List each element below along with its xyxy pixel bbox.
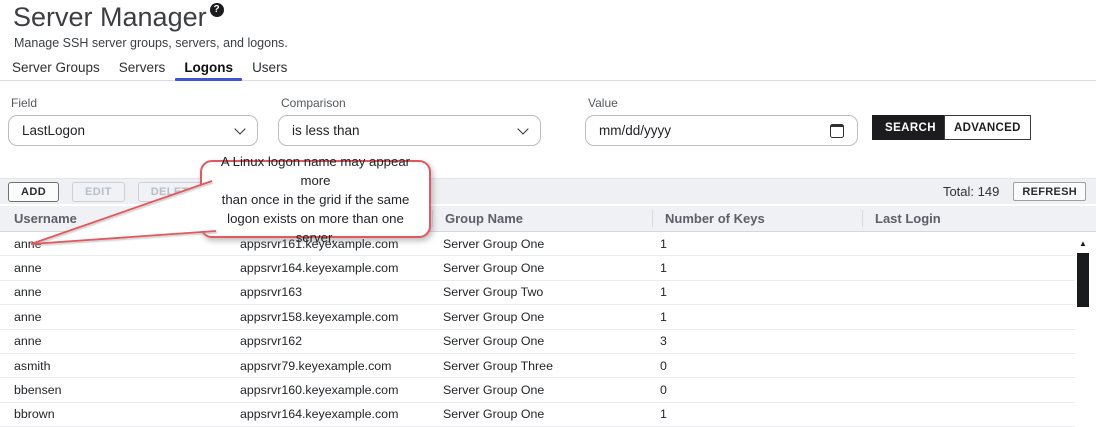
tab-users[interactable]: Users (252, 56, 287, 80)
field-filter: Field LastLogon (8, 96, 258, 146)
cell-number-of-keys: 1 (652, 285, 862, 299)
cell-server: appsrvr164.keyexample.com (230, 407, 432, 421)
page-title-text: Server Manager (13, 2, 207, 32)
cell-group-name: Server Group Three (432, 359, 652, 373)
cell-username: anne (0, 237, 230, 251)
advanced-button[interactable]: ADVANCED (944, 115, 1031, 140)
table-row[interactable]: bbensen appsrvr160.keyexample.com Server… (0, 378, 1075, 402)
page-title: Server Manager? (13, 2, 224, 33)
cell-group-name: Server Group One (432, 383, 652, 397)
cell-username: anne (0, 334, 230, 348)
tab-server-groups[interactable]: Server Groups (12, 56, 100, 80)
table-row[interactable]: anne appsrvr158.keyexample.com Server Gr… (0, 305, 1075, 329)
tab-logons[interactable]: Logons (184, 56, 233, 80)
cell-server: appsrvr163 (230, 285, 432, 299)
delete-button[interactable]: DELETE (138, 182, 210, 202)
value-filter: Value mm/dd/yyyy (585, 96, 858, 146)
cell-server: appsrvr162 (230, 334, 432, 348)
table-row[interactable]: anne appsrvr164.keyexample.com Server Gr… (0, 256, 1075, 280)
calendar-icon[interactable] (830, 124, 844, 138)
cell-server: appsrvr79.keyexample.com (230, 359, 432, 373)
table-body: anne appsrvr161.keyexample.com Server Gr… (0, 232, 1075, 427)
edit-button[interactable]: EDIT (72, 182, 125, 202)
cell-number-of-keys: 1 (652, 261, 862, 275)
page-subtitle: Manage SSH server groups, servers, and l… (14, 36, 288, 50)
cell-number-of-keys: 0 (652, 383, 862, 397)
cell-group-name: Server Group Two (432, 285, 652, 299)
toolbar-right: Total: 149 REFRESH (943, 182, 1088, 201)
field-select[interactable]: LastLogon (8, 115, 258, 146)
cell-number-of-keys: 3 (652, 334, 862, 348)
server-manager-page: Server Manager? Manage SSH server groups… (0, 0, 1096, 427)
refresh-button[interactable]: REFRESH (1013, 182, 1086, 201)
cell-number-of-keys: 1 (652, 310, 862, 324)
table-row[interactable]: anne appsrvr163 Server Group Two 1 (0, 281, 1075, 305)
cell-username: asmith (0, 359, 230, 373)
table-row[interactable]: asmith appsrvr79.keyexample.com Server G… (0, 354, 1075, 378)
cell-group-name: Server Group One (432, 310, 652, 324)
tab-bar: Server Groups Servers Logons Users (0, 56, 1096, 81)
column-header-number-of-keys[interactable]: Number of Keys (652, 210, 862, 227)
cell-group-name: Server Group One (432, 237, 652, 251)
callout-note: A Linux logon name may appear more than … (200, 160, 431, 238)
table-header: Username Group Name Number of Keys Last … (0, 206, 1096, 232)
scrollbar-thumb[interactable] (1077, 253, 1089, 307)
cell-username: anne (0, 310, 230, 324)
cell-username: bbensen (0, 383, 230, 397)
cell-server: appsrvr158.keyexample.com (230, 310, 432, 324)
cell-username: anne (0, 285, 230, 299)
comparison-select[interactable]: is less than (278, 115, 541, 146)
date-placeholder: mm/dd/yyyy (599, 123, 671, 138)
cell-number-of-keys: 1 (652, 237, 862, 251)
column-header-username[interactable]: Username (0, 210, 230, 227)
chevron-down-icon (234, 123, 245, 134)
scroll-up-button[interactable]: ▲ (1077, 237, 1089, 249)
cell-number-of-keys: 1 (652, 407, 862, 421)
field-label: Field (11, 96, 258, 110)
field-select-value: LastLogon (22, 123, 85, 138)
tab-servers[interactable]: Servers (119, 56, 166, 80)
grid-toolbar: ADD EDIT DELETE Total: 149 REFRESH (0, 178, 1096, 204)
cell-group-name: Server Group One (432, 407, 652, 421)
add-button[interactable]: ADD (8, 182, 59, 202)
table-row[interactable]: bbrown appsrvr164.keyexample.com Server … (0, 403, 1075, 427)
column-header-group-name[interactable]: Group Name (432, 210, 652, 227)
cell-username: anne (0, 261, 230, 275)
column-header-last-login[interactable]: Last Login (862, 210, 1096, 227)
cell-username: bbrown (0, 407, 230, 421)
search-button[interactable]: SEARCH (872, 115, 949, 140)
cell-server: appsrvr164.keyexample.com (230, 261, 432, 275)
chevron-down-icon (517, 123, 528, 134)
table-row[interactable]: anne appsrvr162 Server Group One 3 (0, 330, 1075, 354)
comparison-select-value: is less than (292, 123, 360, 138)
cell-group-name: Server Group One (432, 261, 652, 275)
value-label: Value (588, 96, 858, 110)
help-icon[interactable]: ? (210, 3, 224, 17)
cell-number-of-keys: 0 (652, 359, 862, 373)
scrollbar-track[interactable]: ▲ (1076, 233, 1091, 427)
cell-group-name: Server Group One (432, 334, 652, 348)
comparison-label: Comparison (281, 96, 541, 110)
total-count: Total: 149 (943, 184, 999, 199)
value-date-input[interactable]: mm/dd/yyyy (585, 115, 858, 146)
comparison-filter: Comparison is less than (278, 96, 541, 146)
table-row[interactable]: anne appsrvr161.keyexample.com Server Gr… (0, 232, 1075, 256)
cell-server: appsrvr160.keyexample.com (230, 383, 432, 397)
